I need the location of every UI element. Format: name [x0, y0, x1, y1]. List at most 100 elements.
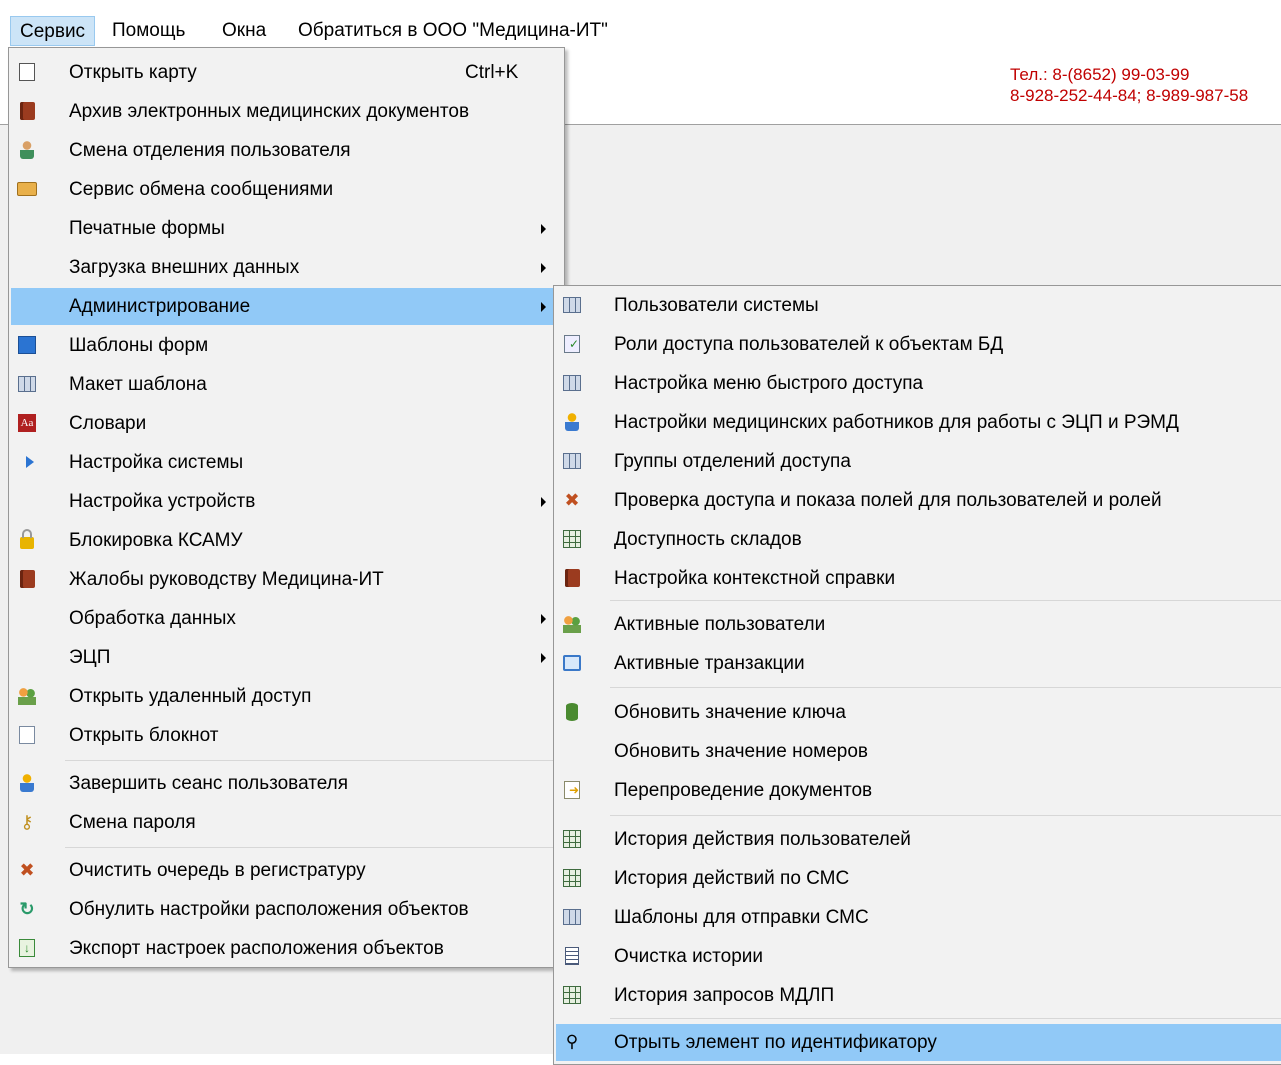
phone-line-2: 8-928-252-44-84; 8-989-987-58 — [1010, 86, 1249, 105]
export-icon: ↓ — [17, 938, 37, 958]
book-icon — [17, 101, 37, 121]
menu-item-export-layout[interactable]: ↓ Экспорт настроек расположения объектов — [11, 930, 562, 967]
menu-service[interactable]: Сервис — [10, 16, 96, 46]
submenu-arrow-icon — [541, 653, 546, 663]
people-icon — [17, 686, 37, 706]
menu-item-data-processing[interactable]: Обработка данных — [11, 600, 562, 637]
table-icon — [562, 829, 582, 849]
menu-separator — [610, 600, 1281, 601]
menu-item-print-forms[interactable]: Печатные формы — [11, 210, 562, 247]
key-icon: ⚷ — [20, 812, 34, 832]
admin-item-system-users[interactable]: Пользователи системы — [556, 287, 1281, 324]
dictionary-icon: Aa — [17, 413, 37, 433]
menu-help[interactable]: Помощь — [103, 16, 194, 46]
admin-item-field-access-check[interactable]: ✖ Проверка доступа и показа полей для по… — [556, 482, 1281, 519]
submenu-arrow-icon — [541, 263, 546, 273]
people-icon — [562, 614, 582, 634]
table-icon — [562, 529, 582, 549]
admin-item-repost-documents[interactable]: ➜ Перепроведение документов — [556, 772, 1281, 809]
menu-item-messaging[interactable]: Сервис обмена сообщениями — [11, 171, 562, 208]
menu-item-notepad[interactable]: Открыть блокнот — [11, 717, 562, 754]
menu-item-template-layout[interactable]: Макет шаблона — [11, 366, 562, 403]
open-card-icon — [17, 62, 37, 82]
menu-item-lock[interactable]: Блокировка КСАМУ — [11, 522, 562, 559]
grid-icon — [562, 451, 582, 471]
menu-separator — [610, 687, 1281, 688]
admin-item-warehouse-availability[interactable]: Доступность складов — [556, 521, 1281, 558]
search-icon: ⚲ — [565, 1032, 579, 1051]
grid-icon — [562, 295, 582, 315]
menu-contact-vendor[interactable]: Обратиться в ООО "Медицина-ИТ" — [289, 16, 617, 46]
shortcut-label: Ctrl+K — [465, 62, 519, 83]
database-icon — [562, 702, 582, 722]
menu-separator — [65, 760, 558, 761]
menu-item-ecp[interactable]: ЭЦП — [11, 639, 562, 676]
admin-item-update-key[interactable]: Обновить значение ключа — [556, 694, 1281, 731]
menu-item-open-card[interactable]: Открыть карту Ctrl+K — [11, 54, 562, 91]
admin-item-medical-staff-ecp[interactable]: Настройки медицинских работников для раб… — [556, 404, 1281, 441]
admin-item-update-numbers[interactable]: Обновить значение номеров — [556, 733, 1281, 770]
menu-item-change-department[interactable]: Смена отделения пользователя — [11, 132, 562, 169]
admin-item-user-history[interactable]: История действия пользователей — [556, 821, 1281, 858]
menu-item-external-data[interactable]: Загрузка внешних данных — [11, 249, 562, 286]
user-logout-icon — [17, 773, 37, 793]
admin-item-sms-templates[interactable]: Шаблоны для отправки СМС — [556, 899, 1281, 936]
admin-item-department-groups[interactable]: Группы отделений доступа — [556, 443, 1281, 480]
user-icon — [562, 412, 582, 432]
submenu-arrow-icon — [541, 224, 546, 234]
window-icon — [562, 653, 582, 673]
menu-item-end-session[interactable]: Завершить сеанс пользователя — [11, 765, 562, 802]
menu-separator — [65, 847, 558, 848]
grid-icon — [562, 907, 582, 927]
grid-icon — [17, 374, 37, 394]
admin-item-active-users[interactable]: Активные пользователи — [556, 606, 1281, 643]
notepad-icon — [17, 725, 37, 745]
menu-item-administration[interactable]: Администрирование — [11, 288, 562, 325]
admin-item-active-transactions[interactable]: Активные транзакции — [556, 645, 1281, 682]
menu-item-complaints[interactable]: Жалобы руководству Медицина-ИТ — [11, 561, 562, 598]
tools-icon: ✖ — [564, 490, 580, 510]
menu-item-clear-queue[interactable]: ✖ Очистить очередь в регистратуру — [11, 852, 562, 889]
menu-bar: Сервис Помощь Окна Обратиться в ООО "Мед… — [0, 0, 1281, 48]
menu-separator — [610, 815, 1281, 816]
book-icon — [562, 568, 582, 588]
image-icon — [17, 335, 37, 355]
admin-item-context-help[interactable]: Настройка контекстной справки — [556, 560, 1281, 597]
admin-item-access-roles[interactable]: ✓ Роли доступа пользователей к объектам … — [556, 326, 1281, 363]
submenu-arrow-icon — [541, 497, 546, 507]
book-icon — [17, 569, 37, 589]
service-dropdown: Открыть карту Ctrl+K Архив электронных м… — [8, 47, 565, 968]
menu-item-system-settings[interactable]: Настройка системы — [11, 444, 562, 481]
menu-item-dictionaries[interactable]: Aa Словари — [11, 405, 562, 442]
administration-submenu: Пользователи системы ✓ Роли доступа поль… — [553, 285, 1281, 1065]
menu-item-reset-layout[interactable]: ↻ Обнулить настройки расположения объект… — [11, 891, 562, 928]
menu-item-device-settings[interactable]: Настройка устройств — [11, 483, 562, 520]
admin-item-quick-menu[interactable]: Настройка меню быстрого доступа — [556, 365, 1281, 402]
phone-line-1: Тел.: 8-(8652) 99-03-99 — [1010, 65, 1190, 84]
grid-icon — [562, 373, 582, 393]
list-icon — [562, 946, 582, 966]
admin-item-open-by-id[interactable]: ⚲ Отрыть элемент по идентификатору — [556, 1024, 1281, 1061]
submenu-arrow-icon — [541, 302, 546, 312]
tools-icon: ✖ — [19, 860, 35, 880]
table-icon — [562, 868, 582, 888]
doc-arrow-icon: ➜ — [562, 780, 582, 800]
doc-check-icon: ✓ — [562, 334, 582, 354]
submenu-arrow-icon — [541, 614, 546, 624]
menu-item-form-templates[interactable]: Шаблоны форм — [11, 327, 562, 364]
menu-windows[interactable]: Окна — [213, 16, 275, 46]
table-icon — [562, 985, 582, 1005]
user-icon — [17, 140, 37, 160]
admin-item-mdlp-history[interactable]: История запросов МДЛП — [556, 977, 1281, 1014]
lock-icon — [17, 529, 37, 550]
admin-item-clear-history[interactable]: Очистка истории — [556, 938, 1281, 975]
refresh-icon: ↻ — [19, 899, 35, 919]
menu-item-archive[interactable]: Архив электронных медицинских документов — [11, 93, 562, 130]
menu-item-change-password[interactable]: ⚷ Смена пароля — [11, 804, 562, 841]
play-icon — [17, 452, 37, 472]
contact-phones: Тел.: 8-(8652) 99-03-99 8-928-252-44-84;… — [1010, 64, 1248, 106]
menu-item-remote-access[interactable]: Открыть удаленный доступ — [11, 678, 562, 715]
mail-icon — [17, 179, 37, 199]
admin-item-sms-history[interactable]: История действий по СМС — [556, 860, 1281, 897]
menu-separator — [610, 1018, 1281, 1019]
